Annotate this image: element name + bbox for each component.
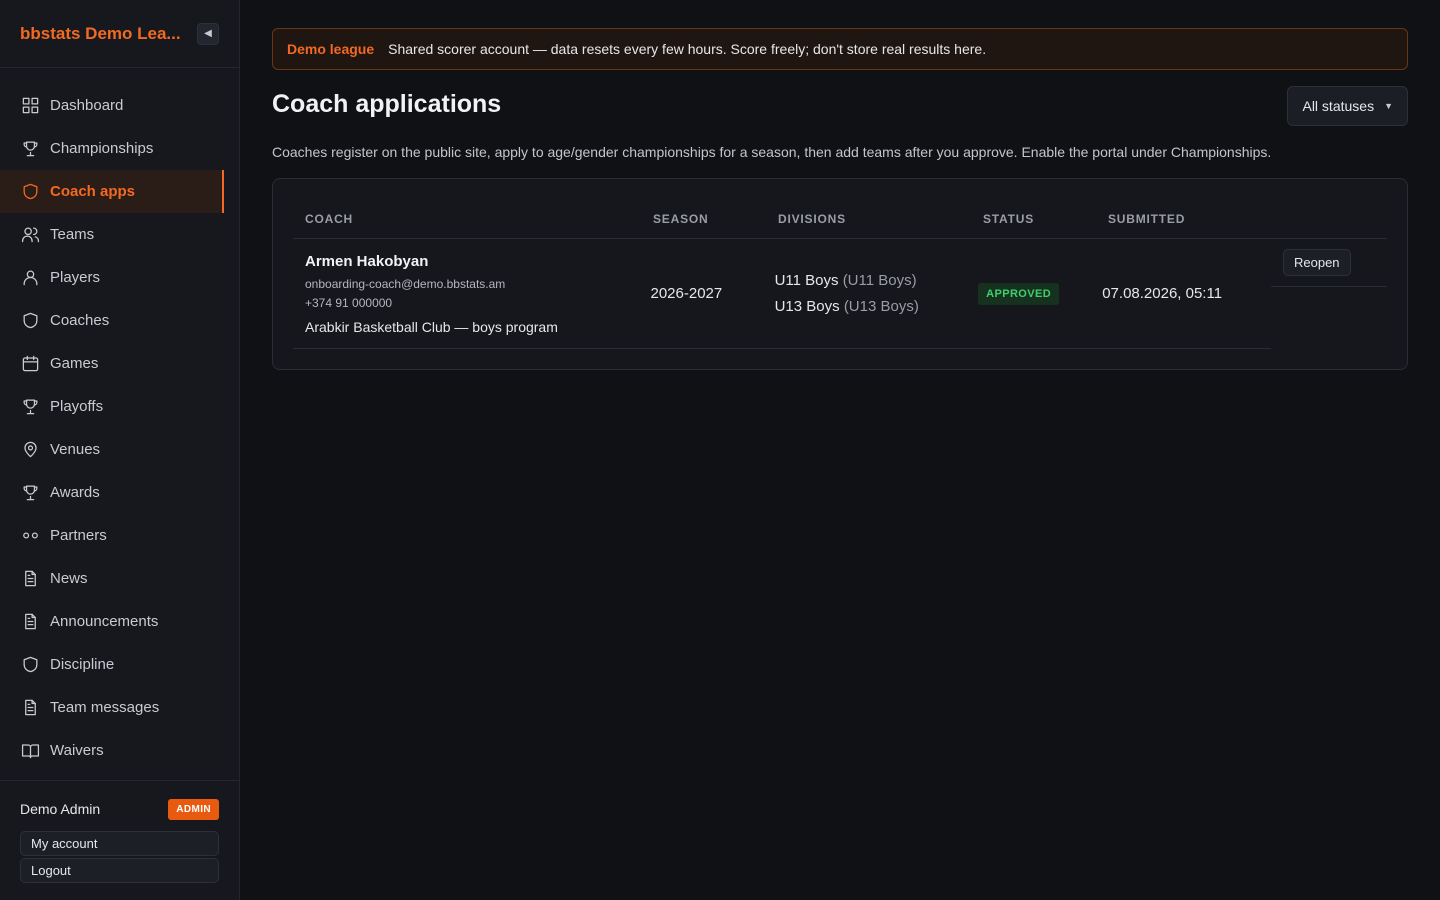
map-pin-icon — [20, 440, 40, 460]
coach-phone: +374 91 000000 — [305, 295, 393, 310]
coach-cell: Armen Hakobyan onboarding-coach@demo.bbs… — [305, 253, 651, 335]
table-header: COACH SEASON DIVISIONS STATUS SUBMITTED — [293, 199, 1387, 239]
banner-tag: Demo league — [287, 41, 375, 57]
role-badge: ADMIN — [168, 798, 219, 820]
season-cell: 2026-2027 — [650, 285, 723, 302]
demo-banner: Demo league Shared scorer account — data… — [272, 28, 1408, 70]
sidebar-item-venues[interactable]: Venues — [0, 428, 239, 471]
brand-header: bbstats Demo Lea... ◀ — [0, 0, 239, 68]
sidebar-item-discipline[interactable]: Discipline — [0, 643, 239, 686]
sidebar-item-waivers[interactable]: Waivers — [0, 729, 239, 772]
coach-club: Arabkir Basketball Club — boys program — [305, 318, 558, 335]
division-name: U13 Boys — [774, 297, 840, 315]
page-description: Coaches register on the public site, app… — [272, 144, 1272, 160]
sidebar-item-label: Games — [50, 355, 99, 372]
divisions-cell: U11 Boys (U11 Boys) U13 Boys (U13 Boys) — [775, 268, 979, 320]
trophy-icon — [20, 397, 40, 417]
banner-text: Shared scorer account — data resets ever… — [388, 41, 987, 57]
trophy-icon — [20, 139, 40, 159]
caret-down-icon: ▼ — [1384, 101, 1393, 111]
page-title: Coach applications — [272, 90, 502, 118]
reopen-button[interactable]: Reopen — [1283, 249, 1351, 276]
sidebar-item-label: Partners — [50, 527, 107, 544]
logout-button[interactable]: Logout — [20, 858, 219, 883]
sidebar: bbstats Demo Lea... ◀ Dashboard Champions… — [0, 0, 240, 900]
column-header-season: SEASON — [653, 211, 709, 226]
division-name: U11 Boys — [774, 271, 839, 289]
division-item: U11 Boys (U11 Boys) — [775, 268, 979, 294]
sidebar-item-partners[interactable]: Partners — [0, 514, 239, 557]
division-sub: (U11 Boys) — [842, 271, 917, 289]
document-icon — [20, 569, 40, 589]
user-icon — [20, 268, 40, 288]
sidebar-item-label: Coach apps — [50, 183, 136, 200]
sidebar-item-label: Dashboard — [50, 97, 124, 114]
column-header-status: STATUS — [983, 211, 1035, 226]
document-icon — [20, 612, 40, 632]
sidebar-item-teams[interactable]: Teams — [0, 213, 239, 256]
sidebar-item-label: News — [50, 570, 88, 587]
shield-icon — [20, 182, 40, 202]
coach-email: onboarding-coach@demo.bbstats.am — [305, 276, 506, 291]
sidebar-item-label: Teams — [50, 226, 95, 243]
brand-title[interactable]: bbstats Demo Lea... — [20, 24, 181, 44]
sidebar-item-label: Discipline — [50, 656, 115, 673]
sidebar-item-label: Awards — [50, 484, 100, 501]
chevron-left-icon: ◀ — [204, 28, 212, 39]
sidebar-item-coaches[interactable]: Coaches — [0, 299, 239, 342]
sidebar-item-label: Team messages — [50, 699, 160, 716]
main-content: Demo league Shared scorer account — data… — [272, 28, 1408, 370]
book-icon — [20, 741, 40, 761]
division-item: U13 Boys (U13 Boys) — [775, 294, 979, 320]
sidebar-item-players[interactable]: Players — [0, 256, 239, 299]
submitted-cell: 07.08.2026, 05:11 — [1102, 285, 1223, 302]
column-header-coach: COACH — [305, 211, 353, 226]
shield-icon — [20, 655, 40, 675]
link-icon — [20, 526, 40, 546]
user-name: Demo Admin — [20, 801, 101, 817]
sidebar-item-label: Playoffs — [50, 398, 104, 415]
division-sub: (U13 Boys) — [843, 297, 919, 315]
trophy-icon — [20, 483, 40, 503]
applications-table: COACH SEASON DIVISIONS STATUS SUBMITTED … — [272, 178, 1408, 370]
sidebar-nav: Dashboard Championships Coach apps Teams Pla… — [0, 68, 239, 772]
my-account-button[interactable]: My account — [20, 831, 219, 856]
sidebar-item-games[interactable]: Games — [0, 342, 239, 385]
sidebar-item-label: Venues — [50, 441, 101, 458]
status-cell: APPROVED — [978, 282, 1102, 305]
status-badge: APPROVED — [978, 282, 1060, 305]
sidebar-item-awards[interactable]: Awards — [0, 471, 239, 514]
action-cell: Reopen — [1271, 239, 1387, 287]
users-icon — [20, 225, 40, 245]
column-header-divisions: DIVISIONS — [778, 211, 846, 226]
calendar-icon — [20, 354, 40, 374]
sidebar-item-team-messages[interactable]: Team messages — [0, 686, 239, 729]
collapse-sidebar-button[interactable]: ◀ — [197, 22, 219, 45]
sidebar-item-coach-apps[interactable]: Coach apps — [0, 170, 224, 213]
coach-name: Armen Hakobyan — [305, 252, 429, 270]
dashboard-icon — [20, 96, 40, 116]
sidebar-item-label: Coaches — [50, 312, 110, 329]
sidebar-item-label: Championships — [50, 140, 154, 157]
sidebar-footer: Demo Admin ADMIN My account Logout — [0, 780, 239, 900]
sidebar-item-dashboard[interactable]: Dashboard — [0, 84, 239, 127]
sidebar-item-news[interactable]: News — [0, 557, 239, 600]
shield-icon — [20, 311, 40, 331]
sidebar-item-playoffs[interactable]: Playoffs — [0, 385, 239, 428]
status-filter-label: All statuses — [1302, 98, 1375, 114]
column-header-submitted: SUBMITTED — [1108, 211, 1186, 226]
status-filter-select[interactable]: All statuses ▼ — [1287, 86, 1408, 126]
sidebar-item-label: Waivers — [50, 742, 104, 759]
sidebar-item-announcements[interactable]: Announcements — [0, 600, 239, 643]
sidebar-item-label: Announcements — [50, 613, 159, 630]
table-row: Armen Hakobyan onboarding-coach@demo.bbs… — [293, 239, 1271, 349]
sidebar-item-label: Players — [50, 269, 101, 286]
sidebar-item-championships[interactable]: Championships — [0, 127, 239, 170]
document-icon — [20, 698, 40, 718]
